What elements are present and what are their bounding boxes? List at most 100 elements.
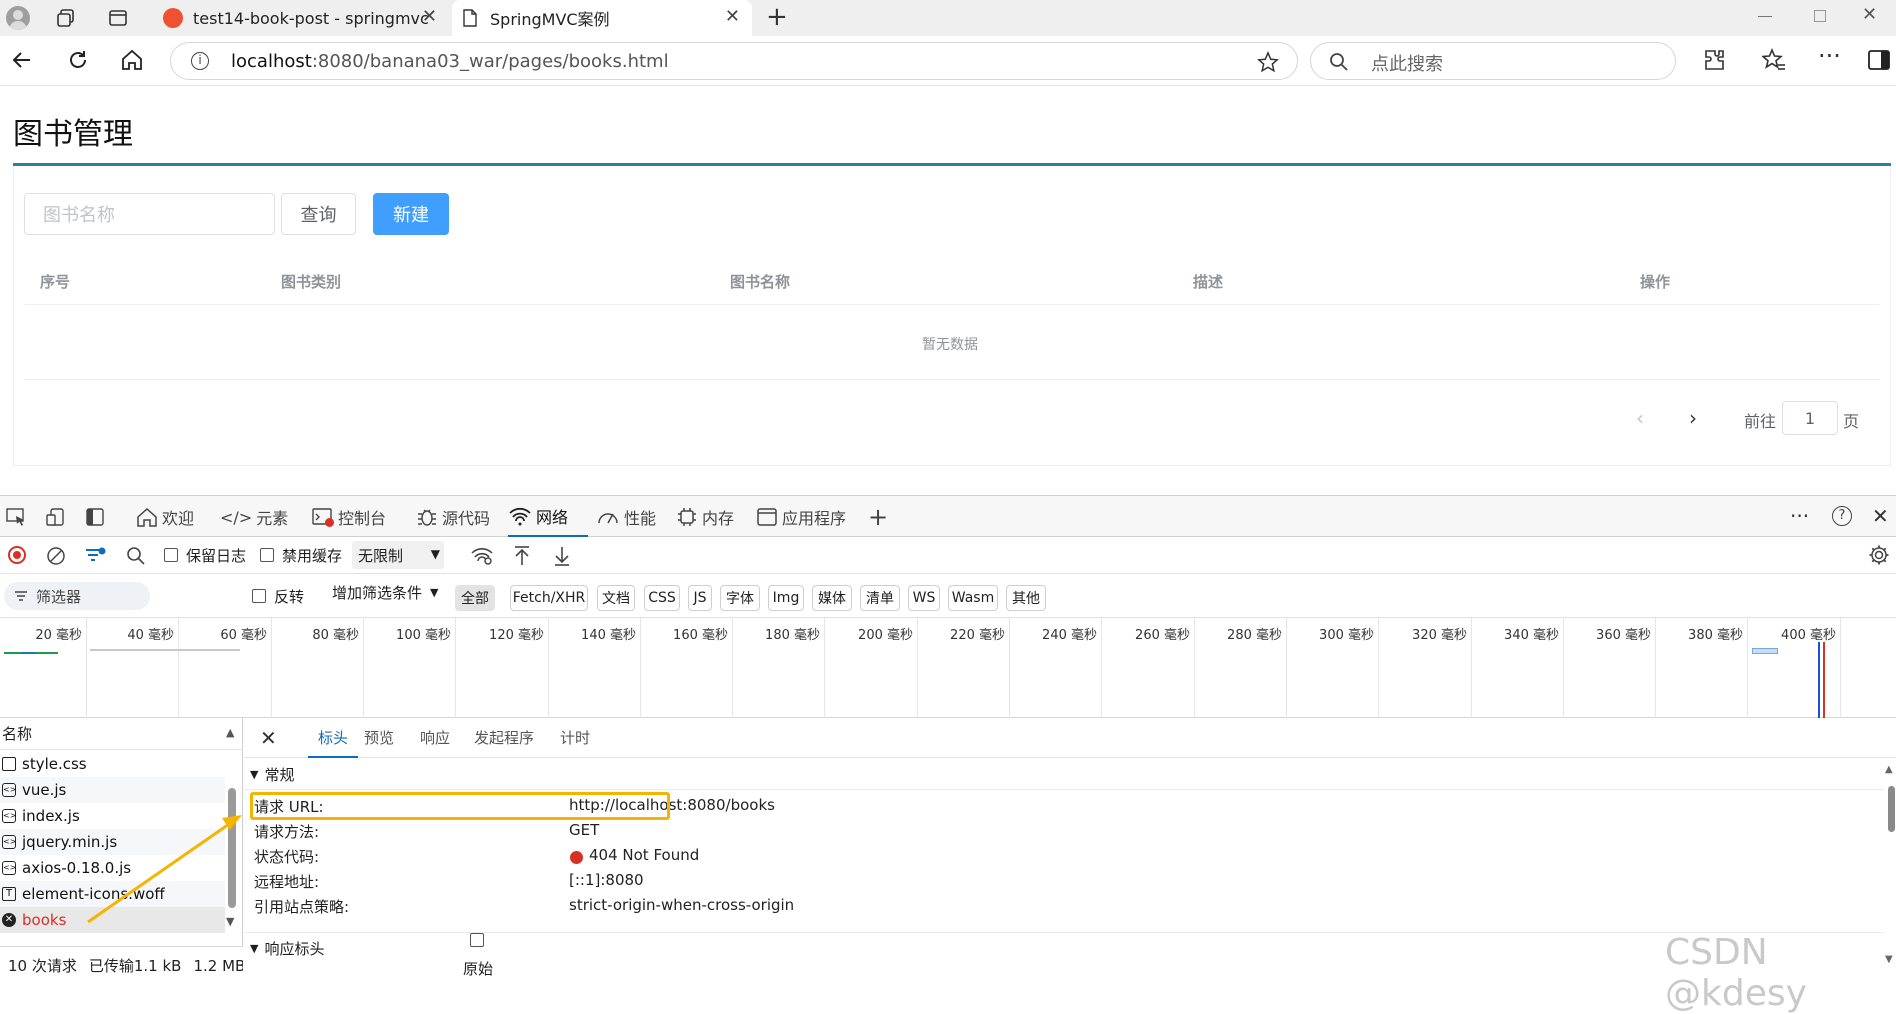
list-scrollbar[interactable] [228, 788, 236, 908]
response-headers-section-header[interactable]: ▼ 响应标头 [250, 938, 324, 959]
request-row[interactable]: <> index.js [0, 803, 225, 829]
clear-icon[interactable] [46, 546, 66, 566]
sidebar-toggle-icon[interactable] [1868, 50, 1890, 70]
network-conditions-icon[interactable] [470, 546, 494, 566]
book-name-search-input[interactable]: 图书名称 [24, 193, 275, 235]
request-row[interactable]: <> vue.js [0, 777, 225, 803]
filter-input[interactable]: 筛选器 [4, 582, 150, 610]
devtools-close-icon[interactable]: ✕ [1872, 504, 1889, 528]
raw-checkbox[interactable] [470, 933, 484, 947]
tab-strip: test14-book-post - springmvc ✕ SpringMVC… [0, 0, 1896, 36]
request-row[interactable]: <> jquery.min.js [0, 829, 225, 855]
prev-page-icon[interactable]: ‹ [1636, 406, 1644, 430]
preserve-log-checkbox[interactable] [164, 548, 178, 562]
network-timeline-overview[interactable]: 20 毫秒 40 毫秒 60 毫秒 80 毫秒 100 毫秒 120 毫秒 140 毫秒 16… [0, 618, 1896, 718]
record-stop-icon[interactable] [8, 546, 26, 564]
window-close-icon[interactable]: ✕ [1862, 4, 1877, 25]
more-options-icon[interactable]: ··· [1818, 42, 1841, 70]
devtools-tab-performance[interactable]: 性能 [596, 496, 656, 538]
filter-toggle-icon[interactable] [84, 546, 106, 566]
expand-triangle-icon: ▼ [250, 768, 259, 781]
devtools-tab-console[interactable]: 控制台 [312, 496, 386, 538]
reload-icon[interactable] [66, 48, 90, 72]
back-icon[interactable] [10, 48, 34, 72]
detail-tab-preview[interactable]: 预览 [364, 718, 394, 756]
search-icon[interactable] [126, 546, 146, 566]
devtools-tab-network[interactable]: 网络 [508, 496, 588, 538]
detail-tab-initiator[interactable]: 发起程序 [474, 718, 534, 756]
name-column-header[interactable]: 名称 ▲ [0, 718, 243, 750]
filter-chip-other[interactable]: 其他 [1006, 585, 1046, 611]
dock-side-icon[interactable] [86, 508, 104, 526]
filter-chip-js[interactable]: JS [688, 585, 712, 611]
request-row[interactable]: <> axios-0.18.0.js [0, 855, 225, 881]
request-row[interactable]: Telement-icons.woff [0, 881, 225, 907]
minimize-icon[interactable] [1758, 16, 1772, 17]
filter-chip-manifest[interactable]: 清单 [860, 585, 900, 611]
devtools-more-icon[interactable]: ··· [1790, 504, 1809, 528]
devtools-tab-label: 控制台 [338, 509, 387, 528]
devtools-tab-sources[interactable]: 源代码 [416, 496, 490, 538]
restore-icon[interactable] [1814, 10, 1826, 22]
devtools-tab-welcome[interactable]: 欢迎 [136, 496, 194, 538]
filter-chip-ws[interactable]: WS [908, 585, 940, 611]
chip-label: 媒体 [818, 591, 846, 607]
detail-scrollbar[interactable] [1888, 786, 1895, 832]
export-har-icon[interactable] [552, 545, 572, 567]
device-emulation-icon[interactable] [46, 508, 66, 526]
detail-tab-timing[interactable]: 计时 [560, 718, 590, 756]
filter-chip-all[interactable]: 全部 [455, 585, 495, 611]
scroll-up-icon[interactable]: ▲ [1885, 764, 1893, 775]
url-bar[interactable]: i localhost:8080/banana03_war/pages/book… [170, 42, 1298, 80]
transferred-size: 已传输1.1 kB [88, 957, 182, 975]
network-settings-gear-icon[interactable] [1868, 544, 1890, 566]
devtools-tab-elements[interactable]: </> 元素 [220, 496, 288, 538]
close-detail-icon[interactable]: ✕ [260, 726, 277, 750]
vertical-tabs-icon[interactable] [108, 8, 128, 28]
more-filters-dropdown[interactable]: 增加筛选条件 ▼ [332, 582, 438, 603]
invert-checkbox[interactable] [252, 589, 266, 603]
detail-tab-headers[interactable]: 标头 [308, 718, 359, 758]
scroll-down-icon[interactable]: ▼ [226, 915, 234, 928]
close-tab-icon[interactable]: ✕ [725, 6, 740, 27]
query-button[interactable]: 查询 [281, 193, 356, 235]
filter-chip-media[interactable]: 媒体 [812, 585, 852, 611]
throttle-select[interactable]: 无限制 ▼ [352, 541, 444, 569]
timeline-gridline [732, 618, 733, 718]
filter-chip-img[interactable]: Img [768, 585, 804, 611]
devtools-tab-application[interactable]: 应用程序 [756, 496, 846, 538]
request-row[interactable]: style.css [0, 751, 225, 777]
page-number-input[interactable]: 1 [1782, 401, 1838, 435]
next-page-icon[interactable]: › [1689, 406, 1697, 430]
filter-chip-css[interactable]: CSS [644, 585, 680, 611]
tab-springmvc-git[interactable]: test14-book-post - springmvc ✕ [155, 0, 449, 36]
import-har-icon[interactable] [512, 545, 532, 567]
devtools-tab-memory[interactable]: 内存 [676, 496, 734, 538]
tab-springmvc-case[interactable]: SpringMVC案例 ✕ [452, 0, 752, 36]
new-button[interactable]: 新建 [373, 193, 449, 235]
disable-cache-checkbox[interactable] [260, 548, 274, 562]
filter-chip-fetch-xhr[interactable]: Fetch/XHR [510, 585, 588, 611]
workspaces-icon[interactable] [56, 8, 76, 28]
add-tool-icon[interactable]: + [868, 503, 888, 531]
close-tab-icon[interactable]: ✕ [422, 6, 437, 27]
request-row[interactable]: ✕ books [0, 907, 225, 933]
filter-chip-doc[interactable]: 文档 [597, 585, 635, 611]
help-icon[interactable]: ? [1832, 506, 1852, 526]
extensions-icon[interactable] [1702, 48, 1726, 72]
detail-tab-response[interactable]: 响应 [420, 718, 450, 756]
chip-label: Wasm [951, 590, 995, 606]
favorite-star-icon[interactable] [1257, 51, 1279, 73]
filter-chip-font[interactable]: 字体 [720, 585, 760, 611]
new-tab-icon[interactable]: + [766, 2, 788, 32]
url-text[interactable]: localhost:8080/banana03_war/pages/books.… [231, 51, 669, 72]
request-name: vue.js [22, 781, 67, 799]
filter-chip-wasm[interactable]: Wasm [948, 585, 998, 611]
general-section-header[interactable]: ▼ 常规 [250, 764, 294, 785]
inspect-element-icon[interactable] [6, 508, 26, 526]
favorites-icon[interactable] [1762, 48, 1786, 72]
profile-avatar[interactable] [6, 6, 30, 30]
search-box[interactable]: 点此搜索 [1310, 42, 1676, 80]
site-info-icon[interactable]: i [191, 52, 209, 70]
home-icon[interactable] [120, 48, 144, 72]
